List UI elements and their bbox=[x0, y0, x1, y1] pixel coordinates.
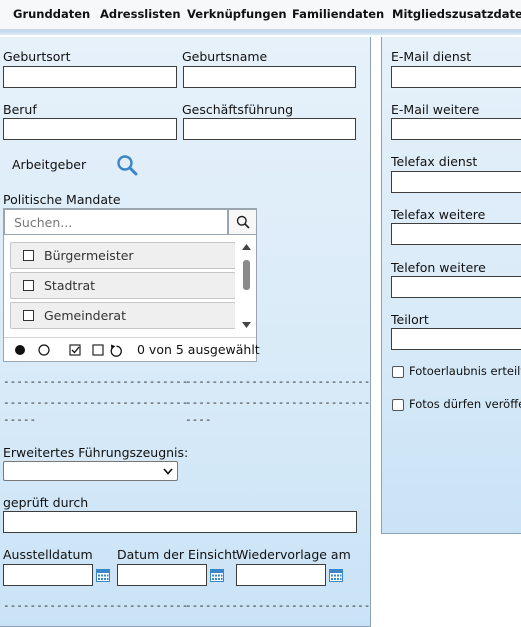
checkbox[interactable] bbox=[23, 250, 34, 261]
separator-b: ---------------------------- bbox=[185, 375, 371, 388]
option-gemeinderat[interactable]: Gemeinderat bbox=[10, 302, 235, 329]
geschaeftsfuehrung-input[interactable] bbox=[183, 118, 356, 140]
select-all-icon bbox=[69, 344, 81, 356]
chevron-down-icon bbox=[163, 468, 173, 475]
separator-a: ---------------------------- bbox=[3, 375, 189, 388]
tab-adresslisten[interactable]: Adresslisten bbox=[100, 7, 181, 21]
geburtsort-input[interactable] bbox=[3, 66, 177, 88]
telefon-weitere-label: Telefon weitere bbox=[391, 260, 486, 275]
option-buergermeister[interactable]: Bürgermeister bbox=[10, 242, 235, 269]
beruf-label: Beruf bbox=[3, 102, 37, 117]
beruf-input[interactable] bbox=[3, 118, 177, 140]
right-panel: E-Mail dienst E-Mail weitere Telefax die… bbox=[381, 37, 521, 534]
separator-f: ---- bbox=[185, 413, 212, 426]
options-scrollbar[interactable] bbox=[239, 240, 254, 332]
option-label: Gemeinderat bbox=[44, 308, 126, 323]
mandate-multiselect: Suchen... Bürgermeister Stadtrat Gemeind… bbox=[3, 208, 260, 362]
separator-e: ----- bbox=[3, 413, 37, 426]
zeugnis-label: Erweitertes Führungszeugnis: bbox=[3, 445, 189, 460]
tab-bar: Grunddaten Adresslisten Verknüpfungen Fa… bbox=[0, 0, 521, 30]
fotos-label: Fotos dürfen veröffen bbox=[409, 397, 521, 411]
select-none-icon bbox=[92, 344, 104, 356]
calendar-icon[interactable] bbox=[96, 568, 110, 582]
telefax-dienst-label: Telefax dienst bbox=[391, 154, 478, 169]
option-stadtrat[interactable]: Stadtrat bbox=[10, 272, 235, 299]
left-panel: Geburtsort Geburtsname Beruf Geschäftsfü… bbox=[0, 37, 371, 627]
telefon-weitere-input[interactable] bbox=[391, 276, 521, 298]
geprueft-input[interactable] bbox=[3, 511, 357, 533]
tab-grunddaten[interactable]: Grunddaten bbox=[13, 7, 90, 21]
tab-mitgliedszusatzdaten[interactable]: Mitgliedszusatzdaten bbox=[392, 7, 521, 21]
ausstelldatum-label: Ausstelldatum bbox=[3, 547, 93, 562]
teilort-input[interactable] bbox=[391, 328, 521, 350]
calendar-icon[interactable] bbox=[329, 568, 343, 582]
selected-count: 0 von 5 ausgewählt bbox=[137, 342, 260, 357]
einsicht-input[interactable] bbox=[117, 564, 207, 586]
arbeitgeber-label: Arbeitgeber bbox=[12, 157, 87, 172]
einsicht-label: Datum der Einsicht bbox=[117, 547, 237, 562]
telefax-weitere-input[interactable] bbox=[391, 223, 521, 245]
teilort-label: Teilort bbox=[391, 312, 429, 327]
search-icon[interactable] bbox=[116, 154, 138, 176]
separator-g: ---------------------------- bbox=[3, 599, 189, 612]
geburtsname-input[interactable] bbox=[183, 66, 356, 88]
fotoerlaubnis-checkbox[interactable] bbox=[392, 366, 404, 378]
email-weitere-input[interactable] bbox=[391, 118, 521, 140]
geburtsort-label: Geburtsort bbox=[3, 49, 71, 64]
footer-controls bbox=[15, 344, 122, 357]
calendar-icon[interactable] bbox=[210, 568, 224, 582]
telefax-weitere-label: Telefax weitere bbox=[391, 207, 486, 222]
mandate-search-input[interactable]: Suchen... bbox=[4, 209, 228, 235]
filled-circle-icon bbox=[15, 345, 25, 355]
fotoerlaubnis-label: Fotoerlaubnis erteilt bbox=[409, 364, 521, 378]
checkbox[interactable] bbox=[23, 310, 34, 321]
option-label: Stadtrat bbox=[44, 278, 96, 293]
option-label: Bürgermeister bbox=[44, 248, 134, 263]
email-weitere-label: E-Mail weitere bbox=[391, 102, 480, 117]
tab-verknuepfungen[interactable]: Verknüpfungen bbox=[187, 7, 287, 21]
ausstelldatum-input[interactable] bbox=[3, 564, 93, 586]
email-dienst-input[interactable] bbox=[391, 66, 521, 88]
telefax-dienst-input[interactable] bbox=[391, 171, 521, 193]
geburtsname-label: Geburtsname bbox=[182, 49, 268, 64]
mandate-label: Politische Mandate bbox=[3, 192, 121, 207]
multiselect-footer: 0 von 5 ausgewählt bbox=[4, 337, 260, 361]
email-dienst-label: E-Mail dienst bbox=[391, 49, 472, 64]
tab-familiendaten[interactable]: Familiendaten bbox=[292, 7, 384, 21]
fotos-checkbox[interactable] bbox=[392, 399, 404, 411]
wiedervorlage-input[interactable] bbox=[236, 564, 326, 586]
separator-c: ---------------------------- bbox=[3, 396, 189, 409]
mandate-options-list: Bürgermeister Stadtrat Gemeinderat bbox=[8, 240, 235, 332]
tab-underline bbox=[0, 30, 521, 35]
separator-h: ---------------------------- bbox=[185, 599, 371, 612]
wiedervorlage-label: Wiedervorlage am bbox=[236, 547, 351, 562]
checkbox[interactable] bbox=[23, 280, 34, 291]
mandate-search-button[interactable] bbox=[228, 209, 257, 235]
magnifier-icon bbox=[236, 215, 250, 229]
geschaeftsfuehrung-label: Geschäftsführung bbox=[182, 102, 294, 117]
scrollbar-graphic bbox=[242, 244, 251, 328]
geprueft-label: geprüft durch bbox=[3, 495, 89, 510]
empty-circle-icon bbox=[38, 344, 50, 356]
separator-d: ---------------------------- bbox=[185, 396, 371, 409]
zeugnis-select[interactable] bbox=[3, 461, 178, 481]
